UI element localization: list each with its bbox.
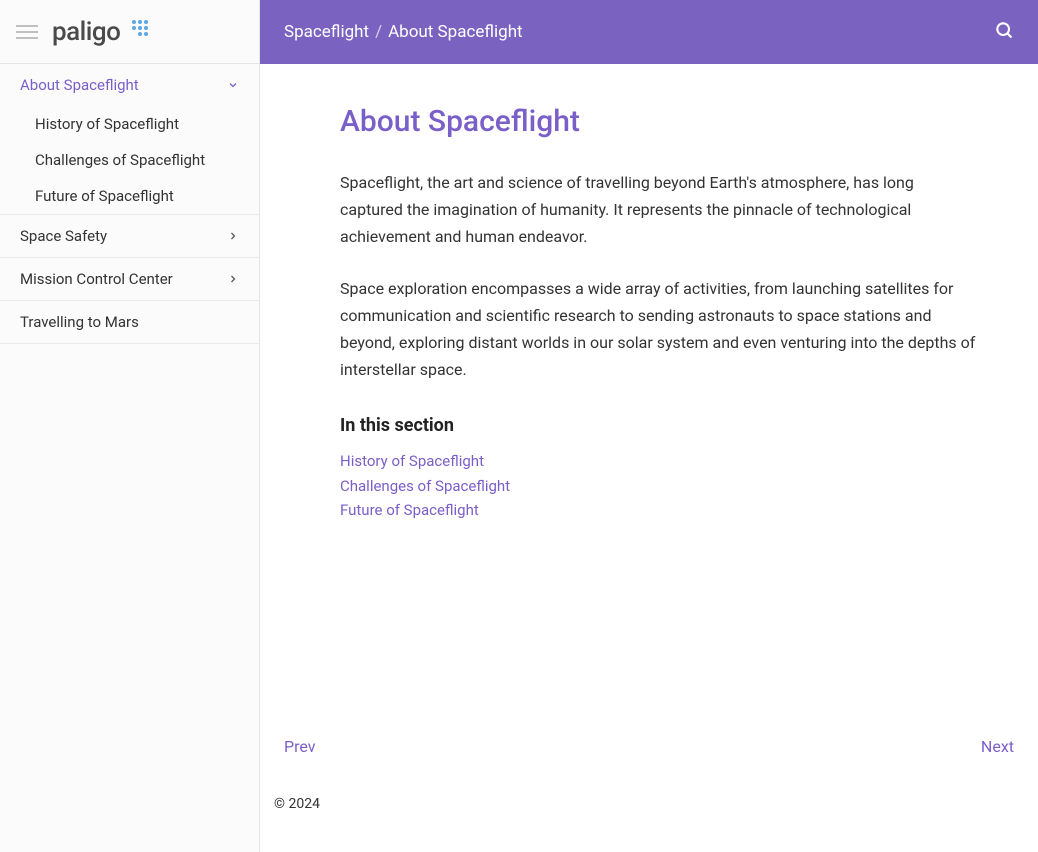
section-heading: In this section bbox=[340, 415, 980, 436]
sidebar-header: paligo bbox=[0, 0, 259, 64]
pager: Prev Next bbox=[260, 677, 1038, 776]
sidebar-subitem-challenges[interactable]: Challenges of Spaceflight bbox=[0, 142, 259, 178]
prev-link[interactable]: Prev bbox=[284, 737, 316, 756]
breadcrumb: Spaceflight / About Spaceflight bbox=[284, 22, 523, 42]
body-paragraph: Space exploration encompasses a wide arr… bbox=[340, 275, 980, 384]
search-icon[interactable] bbox=[994, 20, 1014, 44]
chevron-down-icon bbox=[227, 79, 239, 91]
sidebar-item-about-spaceflight[interactable]: About Spaceflight bbox=[0, 64, 259, 106]
sidebar-item-mission-control[interactable]: Mission Control Center bbox=[0, 258, 259, 301]
logo-text: paligo bbox=[52, 17, 120, 47]
sidebar-subitem-history[interactable]: History of Spaceflight bbox=[0, 106, 259, 142]
section-link-history[interactable]: History of Spaceflight bbox=[340, 450, 980, 473]
chevron-right-icon bbox=[227, 230, 239, 242]
logo-dots-icon bbox=[126, 20, 148, 36]
menu-toggle-button[interactable] bbox=[16, 25, 38, 39]
breadcrumb-current[interactable]: About Spaceflight bbox=[388, 22, 523, 42]
sidebar-item-label: History of Spaceflight bbox=[35, 115, 179, 133]
page-title: About Spaceflight bbox=[340, 104, 980, 139]
next-link[interactable]: Next bbox=[981, 737, 1014, 756]
breadcrumb-separator: / bbox=[375, 22, 382, 42]
footer: © 2024 bbox=[260, 776, 1038, 852]
sidebar-item-label: Future of Spaceflight bbox=[35, 187, 174, 205]
section-link-challenges[interactable]: Challenges of Spaceflight bbox=[340, 475, 980, 498]
section-links: History of Spaceflight Challenges of Spa… bbox=[340, 450, 980, 522]
sidebar-item-travelling-to-mars[interactable]: Travelling to Mars bbox=[0, 301, 259, 344]
sidebar-sub-nav: History of Spaceflight Challenges of Spa… bbox=[0, 106, 259, 215]
sidebar-item-space-safety[interactable]: Space Safety bbox=[0, 215, 259, 258]
topbar: Spaceflight / About Spaceflight bbox=[260, 0, 1038, 64]
breadcrumb-root[interactable]: Spaceflight bbox=[284, 22, 369, 42]
sidebar-item-label: Mission Control Center bbox=[20, 270, 173, 288]
body-paragraph: Spaceflight, the art and science of trav… bbox=[340, 169, 980, 251]
sidebar: paligo About Spaceflight History of Spac… bbox=[0, 0, 260, 852]
content-area: About Spaceflight Spaceflight, the art a… bbox=[260, 64, 1038, 677]
logo[interactable]: paligo bbox=[52, 17, 148, 47]
sidebar-item-label: About Spaceflight bbox=[20, 76, 139, 94]
main: Spaceflight / About Spaceflight About Sp… bbox=[260, 0, 1038, 852]
sidebar-nav: About Spaceflight History of Spaceflight… bbox=[0, 64, 259, 344]
copyright: © 2024 bbox=[274, 796, 320, 812]
sidebar-item-label: Space Safety bbox=[20, 227, 107, 245]
chevron-right-icon bbox=[227, 273, 239, 285]
sidebar-subitem-future[interactable]: Future of Spaceflight bbox=[0, 178, 259, 214]
sidebar-item-label: Travelling to Mars bbox=[20, 313, 139, 331]
sidebar-item-label: Challenges of Spaceflight bbox=[35, 151, 205, 169]
section-link-future[interactable]: Future of Spaceflight bbox=[340, 499, 980, 522]
